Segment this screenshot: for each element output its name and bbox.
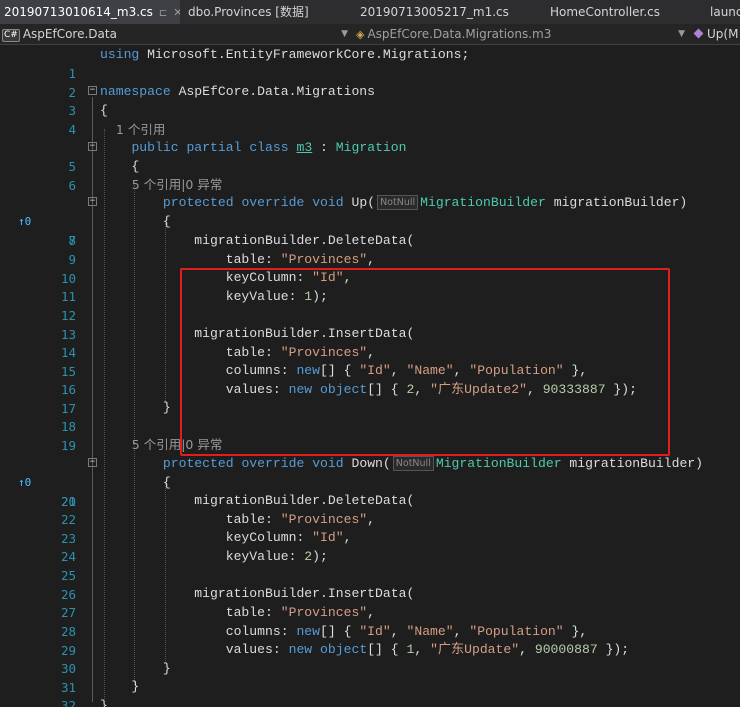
code-line: 6 { bbox=[0, 157, 740, 193]
tab-homecontroller[interactable]: HomeController.cs bbox=[546, 0, 696, 24]
highlight-box bbox=[180, 268, 670, 456]
notnull-hint: NotNull bbox=[392, 456, 434, 471]
code-line: 1 using Microsoft.EntityFrameworkCore.Mi… bbox=[0, 45, 740, 81]
code-line: 23 table: "Provinces", bbox=[0, 510, 740, 546]
code-line: 22 migrationBuilder.DeleteData( bbox=[0, 491, 740, 527]
project-label: AspEfCore.Data bbox=[22, 27, 117, 41]
code-line: 33 } bbox=[0, 696, 740, 707]
code-line: 10 table: "Provinces", bbox=[0, 250, 740, 286]
pin-icon[interactable]: ⊏ bbox=[159, 8, 167, 19]
code-line: 4 { bbox=[0, 101, 740, 137]
code-line: ↑0 20 − protected override void Down(Not… bbox=[0, 454, 740, 509]
code-line: 9 migrationBuilder.DeleteData( bbox=[0, 231, 740, 267]
collapse-icon[interactable]: − bbox=[88, 458, 97, 467]
code-text: values: new object[] { 1, "广东Update", 90… bbox=[100, 642, 630, 657]
code-text: } bbox=[100, 400, 171, 415]
tab-launch[interactable]: launc bbox=[706, 0, 740, 24]
code-line: 27 migrationBuilder.InsertData( bbox=[0, 584, 740, 620]
code-editor[interactable]: 1 using Microsoft.EntityFrameworkCore.Mi… bbox=[0, 45, 740, 707]
document-tab-bar: 20190713010614_m3.cs ⊏ ✕ dbo.Provinces [数据… bbox=[0, 0, 740, 25]
code-text: namespace AspEfCore.Data.Migrations bbox=[100, 84, 376, 99]
code-line: 21 { bbox=[0, 473, 740, 509]
code-text: { bbox=[100, 475, 171, 490]
project-dropdown[interactable]: C# AspEfCore.Data ▼ bbox=[2, 25, 352, 43]
tab-label: launc bbox=[710, 5, 740, 19]
code-text: { bbox=[100, 214, 171, 229]
code-line: 2 bbox=[0, 64, 740, 100]
code-text: } bbox=[100, 661, 171, 676]
code-line: 29 columns: new[] { "Id", "Name", "Popul… bbox=[0, 622, 740, 658]
code-text: { bbox=[100, 159, 140, 174]
code-line: 5 − public partial class m3 : Migration bbox=[0, 138, 740, 174]
chevron-down-icon: ▼ bbox=[678, 29, 685, 39]
collapse-icon[interactable]: − bbox=[88, 142, 97, 151]
method-icon bbox=[693, 28, 704, 39]
code-line: 31 } bbox=[0, 659, 740, 695]
tab-label: dbo.Provinces [数据] bbox=[188, 5, 309, 19]
tab-label: HomeController.cs bbox=[550, 5, 661, 19]
codelens-references[interactable]: 5 个引用|0 异常 bbox=[100, 175, 223, 195]
code-line: 32 } bbox=[0, 677, 740, 707]
codelens-line: 5 个引用|0 异常 bbox=[0, 175, 740, 194]
codelens-references[interactable]: 1 个引用 bbox=[100, 120, 165, 140]
code-text: migrationBuilder.DeleteData( bbox=[100, 233, 415, 248]
codelens-line: 1 个引用 bbox=[0, 120, 740, 139]
class-label: AspEfCore.Data.Migrations.m3 bbox=[367, 27, 552, 41]
tab-m1[interactable]: 20190713005217_m1.cs bbox=[356, 0, 536, 24]
chevron-down-icon: ▼ bbox=[341, 29, 348, 39]
code-line: 3 − namespace AspEfCore.Data.Migrations bbox=[0, 82, 740, 118]
code-text: } bbox=[100, 679, 140, 694]
code-text: migrationBuilder.DeleteData( bbox=[100, 493, 415, 508]
code-text: { bbox=[100, 103, 108, 118]
close-icon[interactable]: ✕ bbox=[173, 6, 180, 19]
code-line: 24 keyColumn: "Id", bbox=[0, 528, 740, 564]
tab-m3[interactable]: 20190713010614_m3.cs ⊏ ✕ bbox=[0, 0, 180, 24]
code-line: ↑0 7 − protected override void Up(NotNul… bbox=[0, 193, 740, 248]
code-text: keyColumn: "Id", bbox=[100, 530, 352, 545]
code-line: 8 { bbox=[0, 212, 740, 248]
code-line: 30 values: new object[] { 1, "广东Update",… bbox=[0, 640, 740, 676]
code-text: keyValue: 2); bbox=[100, 549, 328, 564]
code-text: table: "Provinces", bbox=[100, 605, 376, 620]
code-line: 25 keyValue: 2); bbox=[0, 547, 740, 583]
class-icon: ◈ bbox=[356, 28, 365, 41]
code-text: columns: new[] { "Id", "Name", "Populati… bbox=[100, 624, 588, 639]
notnull-hint: NotNull bbox=[377, 195, 419, 210]
member-dropdown[interactable]: Up(M bbox=[692, 25, 740, 43]
code-text: migrationBuilder.InsertData( bbox=[100, 586, 415, 601]
code-text: } bbox=[100, 698, 108, 707]
navigation-bar: C# AspEfCore.Data ▼ ◈ AspEfCore.Data.Migrat… bbox=[0, 24, 740, 45]
tab-provinces-data[interactable]: dbo.Provinces [数据] bbox=[184, 0, 344, 24]
code-text: using Microsoft.EntityFrameworkCore.Migr… bbox=[100, 47, 470, 62]
code-text: protected override void Down(NotNull Migr… bbox=[162, 456, 704, 471]
collapse-icon[interactable]: − bbox=[88, 86, 97, 95]
code-text: protected override void Up(NotNull Migrat… bbox=[162, 195, 688, 210]
member-label: Up(M bbox=[707, 27, 739, 41]
code-text: public partial class m3 : Migration bbox=[131, 140, 407, 155]
csharp-project-icon: C# bbox=[2, 29, 20, 42]
tab-label: 20190713005217_m1.cs bbox=[360, 5, 509, 19]
code-line: 26 bbox=[0, 566, 740, 602]
collapse-icon[interactable]: − bbox=[88, 197, 97, 206]
code-text: table: "Provinces", bbox=[100, 252, 376, 267]
code-line: 28 table: "Provinces", bbox=[0, 603, 740, 639]
code-text: table: "Provinces", bbox=[100, 512, 376, 527]
class-dropdown[interactable]: ◈ AspEfCore.Data.Migrations.m3 ▼ bbox=[354, 25, 689, 43]
tab-label: 20190713010614_m3.cs bbox=[4, 5, 153, 19]
